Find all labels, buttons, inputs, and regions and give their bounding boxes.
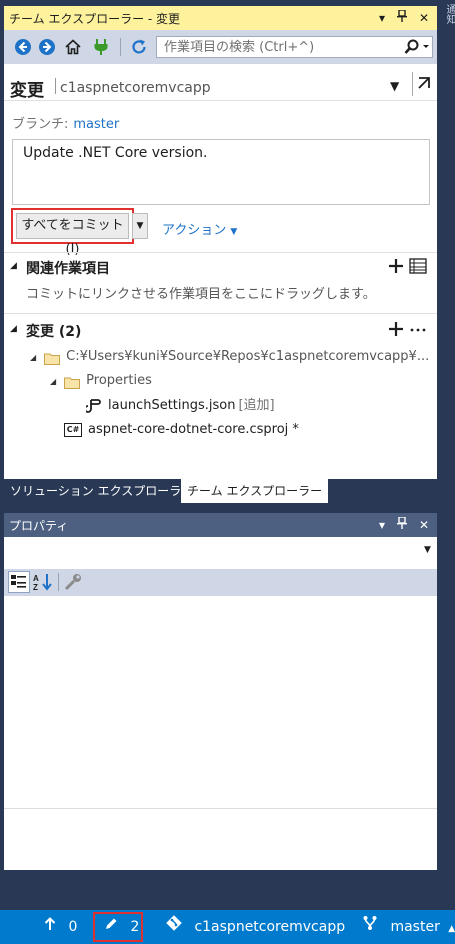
add-work-item-icon[interactable] [387,257,405,275]
search-icon[interactable] [403,39,431,55]
csproj-label: aspnet-core-dotnet-core.csproj * [88,422,299,437]
properties-label: Properties [86,373,152,388]
related-work-items-header[interactable]: ◢ 関連作業項目 [4,257,437,279]
repo-name: c1aspnetcoremvcapp [60,80,211,96]
team-explorer-toolbar [4,30,437,64]
json-file-icon [84,397,102,415]
connect-plug-icon[interactable] [92,38,110,56]
status-bar: 0 2 c1aspnetcoremvcapp master ▲ [0,910,455,944]
properties-panel: プロパティ ▾ ✕ ▼ AZ [4,513,437,870]
right-strip: 通知 [440,0,455,910]
back-icon[interactable] [14,38,32,56]
svg-text:A: A [33,574,39,583]
tree-item-properties-folder[interactable]: ◢ Properties [50,370,152,392]
status-branch-name: master [390,919,440,935]
section-divider [4,252,437,253]
undock-page-icon[interactable] [412,72,434,96]
pencil-icon [104,910,120,944]
toolbar-divider [58,573,59,591]
collapse-triangle-icon[interactable]: ◢ [10,261,17,271]
unpushed-commits[interactable]: 0 [44,910,77,944]
commit-message-input[interactable]: Update .NET Core version. [12,139,430,205]
properties-titlebar: プロパティ ▾ ✕ [4,513,437,537]
related-hint-text: コミットにリンクさせる作業項目をここにドラッグします。 [26,287,376,302]
branch-icon [362,910,380,944]
page-title: 変更 [10,81,44,101]
branch-link[interactable]: master [73,117,119,132]
more-options-icon[interactable] [409,320,427,338]
forward-icon[interactable] [38,38,56,56]
added-tag: [追加] [238,398,275,413]
team-explorer-panel: チーム エクスプローラー - 変更 ▾ ✕ 変更 [4,6,437,504]
close-icon[interactable]: ✕ [416,9,432,27]
object-selector-dropdown[interactable]: ▼ [4,539,437,565]
tree-item-csproj[interactable]: C# aspnet-core-dotnet-core.csproj * [64,419,299,441]
window-menu-icon[interactable]: ▾ [374,9,390,27]
section-divider [4,313,437,314]
actions-menu[interactable]: アクション ▼ [162,219,237,238]
changes-title: 変更 (2) [26,324,82,340]
notifications-label[interactable]: 通知 [442,4,455,24]
explorer-tab-strip: ソリューション エクスプローラー チーム エクスプローラー [4,479,437,504]
property-pages-wrench-icon[interactable] [62,571,84,593]
branch-up-caret-icon: ▲ [448,924,455,934]
page-dropdown-icon[interactable]: ▼ [390,79,399,93]
tab-solution-explorer[interactable]: ソリューション エクスプローラー [4,479,199,503]
folder-icon [64,375,81,389]
categorized-icon[interactable] [8,571,30,593]
unpushed-count: 0 [68,919,78,935]
svg-text:Z: Z [33,583,38,592]
title-separator [55,78,56,94]
pending-changes[interactable]: 2 [104,910,139,944]
csharp-project-icon: C# [64,422,82,437]
pin-icon[interactable] [394,516,410,534]
work-item-list-icon[interactable] [409,257,427,275]
commit-options-dropdown[interactable]: ▼ [132,213,148,239]
status-repo-name: c1aspnetcoremvcapp [194,919,346,935]
panel-title: チーム エクスプローラー - 変更 [9,12,181,26]
folder-icon [44,351,61,365]
repository-selector[interactable]: c1aspnetcoremvcapp [166,910,345,944]
search-input[interactable] [157,37,397,57]
description-divider [4,808,437,809]
commit-highlight-box: すべてをコミット(I) [11,208,134,257]
root-path-label: C:¥Users¥kuni¥Source¥Repos¥c1aspnetcorem… [66,349,430,364]
toolbar-divider [120,38,121,56]
properties-title: プロパティ [9,519,69,533]
launch-settings-label: launchSettings.json [108,398,236,413]
refresh-icon[interactable] [130,38,148,56]
pin-icon[interactable] [394,9,410,27]
tree-item-root-folder[interactable]: ◢ C:¥Users¥kuni¥Source¥Repos¥c1aspnetcore… [30,346,429,368]
header-divider [4,100,437,101]
tree-item-launch-settings[interactable]: launchSettings.json [追加] [84,395,275,417]
expand-triangle-icon[interactable]: ◢ [30,353,36,362]
window-menu-icon[interactable]: ▾ [374,516,390,534]
team-explorer-titlebar: チーム エクスプローラー - 変更 ▾ ✕ [4,6,437,30]
changes-header[interactable]: ◢ 変更 (2) [4,320,437,342]
alphabetical-sort-icon[interactable]: AZ [32,571,54,593]
related-work-items-title: 関連作業項目 [26,261,110,277]
actions-caret-icon: ▼ [230,227,238,237]
branch-row: ブランチ: master [12,113,119,132]
expand-triangle-icon[interactable]: ◢ [50,377,56,386]
page-header: 変更 c1aspnetcoremvcapp ▼ [4,70,437,101]
branch-label: ブランチ: [12,117,69,132]
dropdown-caret-icon[interactable]: ▼ [424,545,431,555]
home-icon[interactable] [64,38,82,56]
branch-selector[interactable]: master ▲ [362,910,455,944]
work-item-search [156,36,433,58]
git-repo-icon [166,910,184,944]
arrow-up-icon [44,910,58,944]
pending-count: 2 [130,919,140,935]
actions-label: アクション [162,223,227,238]
collapse-triangle-icon[interactable]: ◢ [10,324,17,334]
close-icon[interactable]: ✕ [416,516,432,534]
properties-toolbar: AZ [4,569,437,596]
commit-all-button[interactable]: すべてをコミット(I) [16,213,129,257]
tab-team-explorer[interactable]: チーム エクスプローラー [181,479,329,503]
add-change-icon[interactable] [387,320,405,338]
